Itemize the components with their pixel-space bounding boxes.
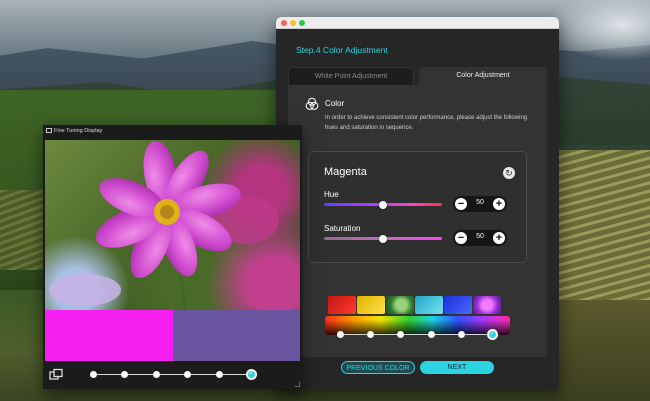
saturation-value[interactable]: 50 bbox=[469, 233, 491, 240]
color-progress-track: ✓ bbox=[336, 329, 498, 340]
progress-step bbox=[336, 331, 344, 338]
yellow-sample-thumbnail bbox=[357, 296, 385, 314]
progress-step bbox=[397, 331, 405, 338]
saturation-slider-thumb[interactable] bbox=[379, 234, 387, 243]
progress-step bbox=[121, 371, 129, 378]
adjusted-color-swatch bbox=[173, 310, 300, 361]
magenta-sample-thumbnail bbox=[473, 296, 501, 314]
progress-step bbox=[366, 331, 374, 338]
screen-compare-icon[interactable] bbox=[49, 368, 63, 382]
target-color-swatch bbox=[45, 310, 173, 361]
resize-handle[interactable] bbox=[295, 382, 300, 387]
cyan-sample-thumbnail bbox=[415, 296, 443, 314]
cosmos-flower-image bbox=[49, 140, 279, 310]
checkmark-icon: ✓ bbox=[248, 371, 254, 377]
tab-color-adjustment[interactable]: Color Adjustment bbox=[419, 67, 547, 85]
fine-tuning-window: Fine Tuning Display ✓ bbox=[43, 125, 302, 389]
red-sample-thumbnail bbox=[328, 296, 356, 314]
progress-step-current: ✓ bbox=[486, 329, 498, 340]
hillside bbox=[550, 300, 650, 401]
color-adjustment-window: Step.4 Color Adjustment White Point Adju… bbox=[276, 17, 559, 390]
progress-step bbox=[184, 371, 192, 378]
reset-button[interactable]: ↻ bbox=[503, 167, 515, 179]
progress-step bbox=[89, 371, 97, 378]
tab-bar: White Point Adjustment Color Adjustment bbox=[288, 67, 547, 85]
saturation-increase-button[interactable]: + bbox=[493, 232, 505, 244]
vineyard bbox=[550, 150, 650, 310]
hue-slider[interactable] bbox=[324, 200, 442, 209]
reset-icon: ↻ bbox=[505, 168, 513, 178]
title-bar[interactable] bbox=[276, 17, 559, 29]
hue-value[interactable]: 50 bbox=[469, 199, 491, 206]
current-color-name: Magenta bbox=[324, 166, 367, 178]
mist bbox=[550, 0, 650, 60]
fine-tuning-title: Fine Tuning Display bbox=[54, 128, 103, 134]
previous-color-button[interactable]: PREVIOUS COLOR bbox=[341, 361, 415, 374]
checkmark-icon: ✓ bbox=[489, 331, 495, 337]
saturation-label: Saturation bbox=[324, 224, 361, 233]
window-icon bbox=[46, 128, 52, 133]
saturation-slider[interactable] bbox=[324, 234, 442, 243]
blue-sample-thumbnail bbox=[444, 296, 472, 314]
progress-step bbox=[427, 331, 435, 338]
close-window-button[interactable] bbox=[281, 20, 287, 26]
color-adjustment-panel: Color In order to achieve consistent col… bbox=[288, 85, 547, 357]
green-sample-thumbnail bbox=[386, 296, 414, 314]
saturation-decrease-button[interactable]: − bbox=[455, 232, 467, 244]
color-circles-icon bbox=[305, 97, 319, 110]
saturation-stepper: − 50 + bbox=[453, 230, 507, 246]
adjustment-box: Magenta ↻ Hue − 50 + Saturation − 50 + bbox=[308, 151, 527, 263]
next-button[interactable]: NEXT bbox=[420, 361, 494, 374]
progress-step bbox=[458, 331, 466, 338]
step-title: Step.4 Color Adjustment bbox=[296, 45, 388, 55]
section-heading: Color bbox=[325, 99, 345, 108]
section-description: In order to achieve consistent color per… bbox=[325, 115, 528, 131]
tab-white-point-adjustment[interactable]: White Point Adjustment bbox=[288, 67, 414, 85]
hue-increase-button[interactable]: + bbox=[493, 198, 505, 210]
color-sample-strip bbox=[324, 296, 501, 314]
hue-label: Hue bbox=[324, 190, 339, 199]
fine-progress-track: ✓ bbox=[89, 369, 257, 380]
hue-slider-thumb[interactable] bbox=[379, 200, 387, 209]
progress-step bbox=[152, 371, 160, 378]
hue-stepper: − 50 + bbox=[453, 196, 507, 212]
hue-decrease-button[interactable]: − bbox=[455, 198, 467, 210]
zoom-window-button[interactable] bbox=[299, 20, 305, 26]
flower-photo bbox=[45, 140, 300, 310]
progress-step bbox=[215, 371, 223, 378]
minimize-window-button[interactable] bbox=[290, 20, 296, 26]
progress-step-current: ✓ bbox=[245, 369, 257, 380]
